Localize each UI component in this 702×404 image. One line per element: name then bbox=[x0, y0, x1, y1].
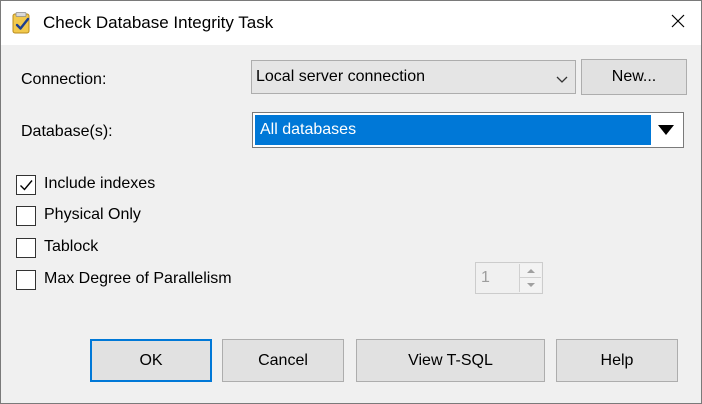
physical-only-checkbox[interactable] bbox=[16, 206, 36, 226]
cancel-button[interactable]: Cancel bbox=[222, 339, 344, 382]
dialog-title: Check Database Integrity Task bbox=[43, 13, 274, 32]
connection-combobox[interactable]: Local server connection bbox=[251, 60, 576, 94]
include-indexes-label: Include indexes bbox=[44, 175, 156, 192]
connection-value: Local server connection bbox=[256, 68, 425, 85]
spinner-down-icon bbox=[519, 278, 541, 292]
ok-button[interactable]: OK bbox=[90, 339, 212, 382]
include-indexes-option[interactable]: Include indexes bbox=[16, 174, 176, 196]
tablock-checkbox[interactable] bbox=[16, 238, 36, 258]
new-connection-button[interactable]: New... bbox=[581, 59, 687, 95]
physical-only-option[interactable]: Physical Only bbox=[16, 205, 166, 227]
chevron-down-icon bbox=[556, 72, 568, 83]
parallelism-value: 1 bbox=[481, 269, 490, 286]
dropdown-arrow-icon[interactable] bbox=[651, 115, 681, 145]
include-indexes-checkbox[interactable] bbox=[16, 175, 36, 195]
max-parallelism-checkbox[interactable] bbox=[16, 270, 36, 290]
checkmark-icon bbox=[20, 180, 33, 191]
max-parallelism-option[interactable]: Max Degree of Parallelism bbox=[16, 269, 256, 291]
close-icon bbox=[671, 14, 685, 33]
databases-dropdown[interactable]: All databases bbox=[252, 112, 684, 148]
tablock-option[interactable]: Tablock bbox=[16, 237, 126, 259]
databases-selected: All databases bbox=[255, 115, 652, 145]
help-button[interactable]: Help bbox=[556, 339, 678, 382]
spinner-up-icon bbox=[519, 264, 541, 278]
close-button[interactable] bbox=[656, 3, 700, 43]
max-parallelism-label: Max Degree of Parallelism bbox=[44, 270, 232, 287]
parallelism-spinner: 1 bbox=[475, 262, 543, 294]
physical-only-label: Physical Only bbox=[44, 206, 141, 223]
databases-value: All databases bbox=[260, 121, 357, 138]
tablock-label: Tablock bbox=[44, 238, 99, 255]
connection-label: Connection: bbox=[21, 71, 107, 88]
view-tsql-button[interactable]: View T-SQL bbox=[356, 339, 545, 382]
dialog-window: Check Database Integrity Task Connection… bbox=[0, 0, 702, 404]
task-icon bbox=[12, 12, 32, 34]
title-bar: Check Database Integrity Task bbox=[1, 1, 701, 45]
databases-label: Database(s): bbox=[21, 123, 113, 140]
